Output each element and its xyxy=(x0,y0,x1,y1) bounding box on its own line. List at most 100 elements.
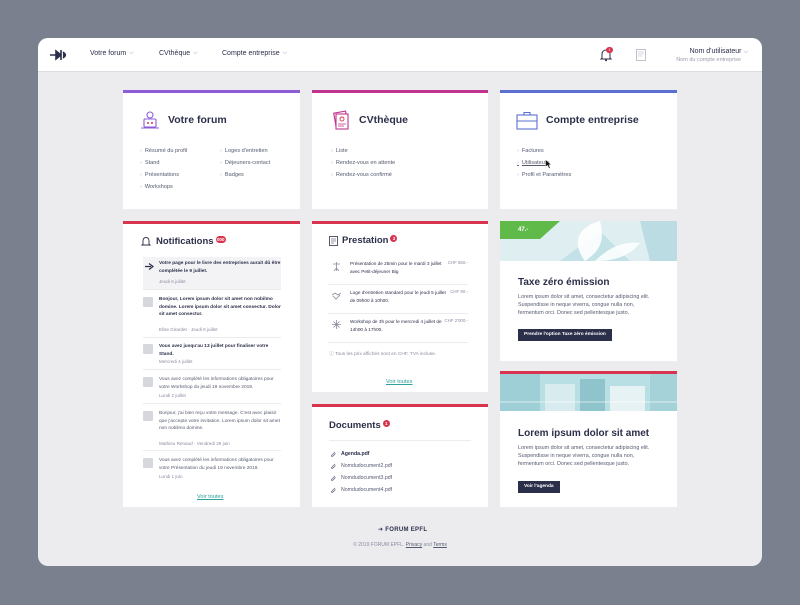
privacy-link[interactable]: Privacy xyxy=(406,542,422,548)
user-menu[interactable]: Nom d'utilisateur ⌵ xyxy=(690,48,748,56)
user-name: Nom d'utilisateur xyxy=(689,48,742,55)
prestation-text: Loge d'entretien standard pour le jeudi … xyxy=(350,290,446,303)
nav-votre-forum[interactable]: Votre forum ⌵ xyxy=(90,50,134,57)
forum-hall-image xyxy=(500,374,677,411)
notification-item[interactable]: Bonjour, Lorem ipsum dolor sit amet non … xyxy=(143,293,281,338)
document-name: Nomdudocument2.pdf xyxy=(341,463,393,469)
card-title: Compte entreprise xyxy=(546,114,639,126)
nav-label: CVthèque xyxy=(159,50,191,57)
copyright-text: © 2019 FORUM EPFL. xyxy=(353,542,405,548)
document-link[interactable]: Nomdudocument4.pdf xyxy=(330,487,392,493)
nav-label: Votre forum xyxy=(90,50,127,57)
link-rdv-confirme[interactable]: Rendez-vous confirmé xyxy=(331,169,395,181)
view-agenda-button[interactable]: Voir l'agenda xyxy=(518,481,560,493)
notification-item[interactable]: Bonjour, j'ai bien reçu votre message. C… xyxy=(143,407,281,451)
price-tag: 47.- xyxy=(518,227,529,233)
link-presentations[interactable]: Présentations xyxy=(140,169,187,181)
forum-logo-icon[interactable] xyxy=(50,49,66,61)
terms-link[interactable]: Terms xyxy=(433,542,447,548)
card-notifications: Notifications 000 Votre page pour le livr… xyxy=(123,221,300,507)
message-icon xyxy=(143,411,153,421)
link-dejeuners-contact[interactable]: Déjeuners-contact xyxy=(220,157,270,169)
nav-compte-entreprise[interactable]: Compte entreprise ⌵ xyxy=(222,50,287,57)
notifications-see-all-link[interactable]: Voir toutes xyxy=(197,494,223,500)
card-title: Votre forum xyxy=(168,114,227,126)
prestation-see-all-link[interactable]: Voir toutes xyxy=(386,379,412,385)
card-agenda: Lorem ipsum dolor sit amet Lorem ipsum d… xyxy=(500,371,677,507)
cv-documents-icon xyxy=(333,110,349,130)
notification-item[interactable]: Votre page pour le livre des entreprises… xyxy=(143,257,281,290)
document-icon[interactable] xyxy=(636,49,646,61)
document-name: Nomdudocument4.pdf xyxy=(341,487,393,493)
mouse-cursor-icon xyxy=(545,159,552,169)
link-profil-parametres[interactable]: Profil et Paramètres xyxy=(517,169,571,181)
notifications-title: Notifications xyxy=(156,236,214,247)
notification-meta: Elise Girardet · Jeudi 6 juillet xyxy=(159,327,218,332)
prestation-badge: 3 xyxy=(390,235,398,242)
link-badges[interactable]: Badges xyxy=(220,169,270,181)
prestation-price: CHF 2'000.- xyxy=(444,318,468,323)
card-title: CVthèque xyxy=(359,114,409,126)
top-bar: Votre forum ⌵ CVthèque ⌵ Compte entreprise… xyxy=(38,38,762,72)
info-icon xyxy=(143,344,153,354)
info-circle-icon: ⓘ xyxy=(329,352,334,357)
divider xyxy=(329,440,471,441)
link-factures[interactable]: Factures xyxy=(517,145,571,157)
prestation-price: CHF 90.- xyxy=(450,289,468,294)
info-icon xyxy=(143,377,153,387)
cvtheque-links: Liste Rendez-vous en attente Rendez-vous… xyxy=(331,145,395,181)
footer-logo-text: FORUM EPFL xyxy=(385,527,428,533)
forum-links-left: Résumé du profil Stand Présentations Wor… xyxy=(140,145,187,193)
chevron-down-icon: ⌵ xyxy=(129,50,134,56)
footer-logo[interactable]: ➜ FORUM EPFL xyxy=(378,526,427,533)
taxe-option-button[interactable]: Prendre l'option Taxe zéro émission xyxy=(518,329,612,341)
document-name: Agenda.pdf xyxy=(341,451,370,457)
notification-item[interactable]: Vous avez complété les informations obli… xyxy=(143,454,281,484)
presentation-icon xyxy=(333,262,340,271)
notification-text: Vous avez jusqu'au 13 juillet pour final… xyxy=(159,344,269,357)
arrow-right-icon xyxy=(145,263,154,270)
notification-item[interactable]: Vous avez jusqu'au 13 juillet pour final… xyxy=(143,340,281,370)
chevron-down-icon: ⌵ xyxy=(193,50,198,56)
notification-text: Bonjour, Lorem ipsum dolor sit amet non … xyxy=(159,297,281,317)
card-cvtheque: CVthèque Liste Rendez-vous en attente Re… xyxy=(312,90,488,209)
link-workshops[interactable]: Workshops xyxy=(140,181,187,193)
card-compte-entreprise: Compte entreprise Factures Utilisateurs … xyxy=(500,90,677,209)
notifications-badge: 000 xyxy=(215,236,227,243)
link-resume-profil[interactable]: Résumé du profil xyxy=(140,145,187,157)
document-link[interactable]: Nomdudocument3.pdf xyxy=(330,475,392,481)
prestation-note-text: Tous les prix affichés sont en CHF, TVA … xyxy=(335,352,437,357)
documents-title: Documents xyxy=(329,420,381,431)
notification-item[interactable]: Vous avez complété les informations obli… xyxy=(143,373,281,404)
link-loges-entretien[interactable]: Loges d'entretien xyxy=(220,145,270,157)
card-prestation: Prestation 3 Présentation de 25min pour l… xyxy=(312,221,488,392)
prestation-text: Workshop de 3h pour le mercredi 4 juille… xyxy=(350,319,442,332)
document-link[interactable]: Agenda.pdf xyxy=(330,451,370,457)
prestation-item[interactable]: Présentation de 25min pour le mardi 3 ju… xyxy=(328,256,468,285)
document-link[interactable]: Nomdudocument2.pdf xyxy=(330,463,392,469)
paperclip-icon xyxy=(331,475,336,481)
nav-cvtheque[interactable]: CVthèque ⌵ xyxy=(159,50,198,57)
forum-links-right: Loges d'entretien Déjeuners-contact Badg… xyxy=(220,145,270,181)
notification-meta: Jeudi 6 juillet xyxy=(159,279,186,284)
prestation-item[interactable]: Loge d'entretien standard pour le jeudi … xyxy=(328,285,468,314)
prestation-note: ⓘ Tous les prix affichés sont en CHF, TV… xyxy=(329,350,436,357)
link-stand[interactable]: Stand xyxy=(140,157,187,169)
info-icon xyxy=(143,458,153,468)
link-rdv-attente[interactable]: Rendez-vous en attente xyxy=(331,157,395,169)
chevron-down-icon: ⌵ xyxy=(743,49,748,55)
notification-meta: Mercredi 4 juillet xyxy=(159,359,193,364)
message-icon xyxy=(143,297,153,307)
briefcase-icon xyxy=(516,111,538,130)
prestation-text: Présentation de 25min pour le mardi 3 ju… xyxy=(350,261,442,274)
prestation-item[interactable]: Workshop de 3h pour le mercredi 4 juille… xyxy=(328,314,468,343)
prestation-title: Prestation xyxy=(342,235,389,246)
promo-title: Lorem ipsum dolor sit amet xyxy=(518,428,650,439)
notification-text: Vous avez complété les informations obli… xyxy=(159,458,274,471)
promo-text: Lorem ipsum dolor sit amet, consectetur … xyxy=(518,294,650,316)
footer-and: and xyxy=(423,542,432,548)
notification-meta: Mathieu Renaud · Vendredi 29 juin xyxy=(159,441,230,446)
link-liste[interactable]: Liste xyxy=(331,145,395,157)
chevron-down-icon: ⌵ xyxy=(282,50,288,56)
notification-text: Bonjour, j'ai bien reçu votre message. C… xyxy=(159,411,280,431)
